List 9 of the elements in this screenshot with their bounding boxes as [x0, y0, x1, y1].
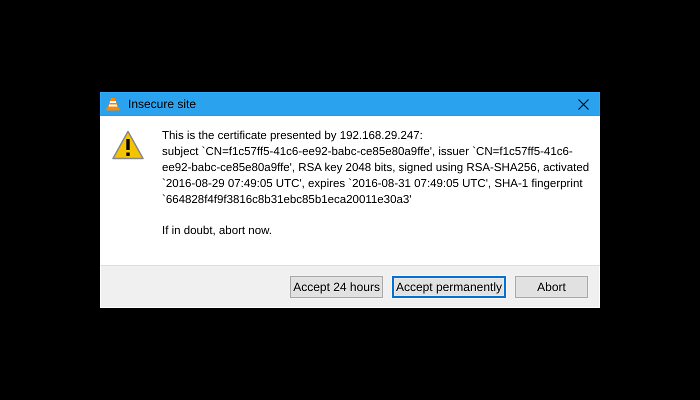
- close-icon: [578, 98, 588, 110]
- warning-icon: [112, 130, 144, 160]
- dialog-button[interactable]: Abort: [515, 276, 588, 298]
- certificate-message: This is the certificate presented by 192.168.29.247: subject `CN=f1c57ff5-41c6-ee92-babc-ce85e80a9ffe', issuer `CN=f1c57ff5-41c6- ee92-babc-ce85e80a9ffe', RSA key 2048 bits, signed using RSA-SHA256, activated `2016-08-29 07:49:05 UTC', expires `2016-08-31 07:49:05 UTC', SHA-1 fingerprint `664828f4f9f3816c8b31ebc85b1eca20011e30a3': [162, 129, 590, 208]
- traffic-cone-icon: [106, 97, 120, 111]
- dialog-button[interactable]: Accept permanently: [392, 276, 506, 298]
- advice-text: If in doubt, abort now.: [162, 224, 273, 239]
- window-title: Insecure site: [128, 96, 196, 113]
- dialog-button[interactable]: Accept 24 hours: [290, 276, 383, 298]
